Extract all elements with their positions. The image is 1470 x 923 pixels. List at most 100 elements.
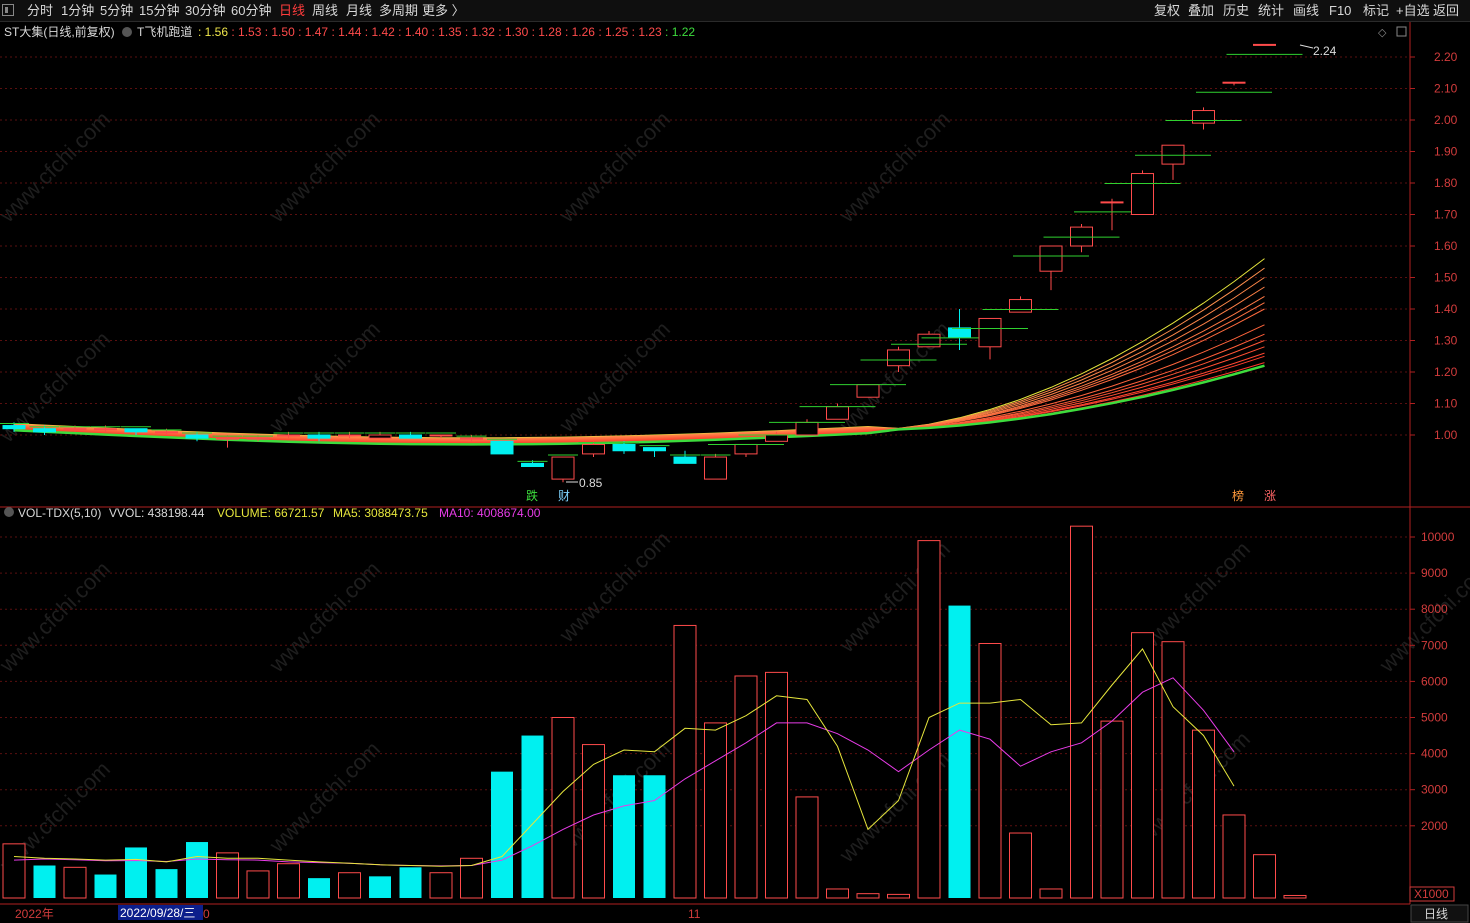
year-label: 2022年 [15, 907, 54, 921]
indicator-values: : 1.56 : 1.53 : 1.50 : 1.47 : 1.44 : 1.4… [198, 25, 695, 39]
period-tab-10[interactable]: 更多 〉 [422, 3, 465, 19]
volume-title[interactable]: VOL-TDX(5,10) [18, 506, 101, 520]
toolbar-button-6[interactable]: 标记 [1363, 3, 1389, 19]
top-toolbar: 分时 1分钟 5分钟 15分钟 30分钟 60分钟 日线 周线 月线 多周期 更多 〉 复权 叠加 历史… [0, 0, 1470, 22]
indicator-value-4: : 1.44 [331, 25, 364, 39]
volume-unit: X1000 [1414, 887, 1449, 901]
ma5-value: MA5: 3088473.75 [333, 506, 428, 520]
period-tab-1[interactable]: 1分钟 [61, 3, 94, 19]
volume-bar [2, 843, 26, 899]
volume-bar [887, 893, 910, 899]
volume-bar [1100, 720, 1124, 899]
volume-bar [856, 893, 880, 899]
candle [487, 438, 517, 455]
period-indicator[interactable]: 日线 [1424, 907, 1448, 921]
volume-bar [1283, 894, 1307, 899]
indicator-name[interactable]: T飞机跑道 [137, 25, 192, 39]
volume-bar [1131, 632, 1154, 899]
volume-bar [734, 675, 758, 899]
volume-bar [338, 872, 361, 899]
volume-tick: 6000 [1421, 674, 1448, 688]
indicator-value-11: : 1.26 [565, 25, 598, 39]
toolbar-button-0[interactable]: 复权 [1154, 3, 1180, 19]
cursor-date: 2022/09/28/三 [120, 906, 195, 920]
period-tab-5[interactable]: 60分钟 [231, 3, 271, 19]
time-axis-bar [0, 904, 1470, 923]
volume-value: VOLUME: 66721.57 [217, 506, 325, 520]
volume-bar [521, 735, 544, 898]
period-tab-3[interactable]: 15分钟 [139, 3, 179, 19]
indicator-value-3: : 1.47 [298, 25, 331, 39]
price-tick: 1.40 [1434, 302, 1458, 316]
indicator-value-9: : 1.30 [498, 25, 531, 39]
volume-bar [186, 842, 208, 898]
price-tick: 1.50 [1434, 271, 1458, 285]
period-tab-4[interactable]: 30分钟 [185, 3, 225, 19]
vvol-value: VVOL: 438198.44 [109, 506, 205, 520]
cursor-date-suffix: 0 [203, 907, 210, 921]
period-tab-0[interactable]: 分时 [27, 3, 53, 19]
volume-bar [613, 775, 635, 898]
period-tab-7[interactable]: 周线 [312, 3, 338, 19]
signal-badge-2: 榜 [1232, 488, 1244, 503]
price-tick: 1.70 [1434, 208, 1458, 222]
stock-chart: www.cfchi.com www.cfchi.com www.cfchi.com w… [0, 22, 1470, 923]
chart-title: ST大集(日线,前复权) [4, 24, 115, 39]
volume-bar [125, 847, 147, 898]
indicator-value-10: : 1.28 [532, 25, 565, 39]
indicator-value-2: : 1.50 [265, 25, 298, 39]
signal-badge-3: 涨 [1264, 488, 1276, 503]
price-tick: 2.10 [1434, 82, 1458, 96]
volume-bar [948, 605, 971, 898]
indicator-value-1: : 1.53 [231, 25, 264, 39]
toolbar-button-7[interactable]: +自选 [1396, 3, 1430, 19]
price-tick: 1.20 [1434, 365, 1458, 379]
price-tick: 2.00 [1434, 113, 1458, 127]
candle [548, 454, 578, 483]
volume-bar [673, 624, 697, 899]
toolbar-button-3[interactable]: 统计 [1258, 3, 1284, 19]
price-tick: 1.10 [1434, 397, 1458, 411]
volume-bar [277, 863, 300, 899]
indicator-toggle-icon[interactable] [122, 27, 132, 37]
volume-bar [917, 540, 941, 899]
volume-bar [399, 867, 422, 898]
price-tick: 1.30 [1434, 334, 1458, 348]
volume-tick: 2000 [1421, 819, 1448, 833]
period-tab-6[interactable]: 日线 [279, 3, 305, 19]
high-price-label: 2.24 [1313, 44, 1337, 58]
toolbar-button-1[interactable]: 叠加 [1188, 3, 1214, 19]
toolbar-button-8[interactable]: 返回 [1433, 3, 1459, 19]
volume-bar [1222, 814, 1246, 899]
volume-tick: 10000 [1421, 530, 1455, 544]
volume-bar [1161, 641, 1185, 899]
volume-bar [308, 878, 330, 898]
toolbar-button-4[interactable]: 画线 [1293, 3, 1319, 19]
period-tab-9[interactable]: 多周期 [379, 3, 418, 19]
indicator-value-0: : 1.56 [198, 25, 231, 39]
volume-bar [369, 876, 391, 898]
period-tab-8[interactable]: 月线 [346, 3, 372, 19]
volume-tick: 3000 [1421, 783, 1448, 797]
volume-toggle-icon[interactable] [4, 507, 14, 517]
volume-bar [826, 888, 849, 899]
volume-tick: 4000 [1421, 747, 1448, 761]
volume-bar [491, 771, 513, 898]
volume-bar [155, 869, 178, 898]
month-label: 11 [688, 907, 701, 921]
candle [395, 431, 426, 439]
toolbar-button-5[interactable]: F10 [1329, 3, 1351, 19]
volume-bar [978, 642, 1002, 899]
price-tick: 2.20 [1434, 50, 1458, 64]
indicator-value-5: : 1.42 [365, 25, 398, 39]
window-menu-icon[interactable] [2, 4, 14, 16]
volume-bar [582, 744, 605, 899]
toolbar-button-2[interactable]: 历史 [1223, 3, 1249, 19]
panel-collapse-icon[interactable]: ◇ [1378, 27, 1387, 39]
volume-bar [33, 865, 56, 898]
volume-tick: 7000 [1421, 638, 1448, 652]
indicator-value-12: : 1.25 [598, 25, 631, 39]
volume-bar [1192, 729, 1215, 899]
period-tab-2[interactable]: 5分钟 [100, 3, 133, 19]
price-tick: 1.00 [1434, 428, 1458, 442]
